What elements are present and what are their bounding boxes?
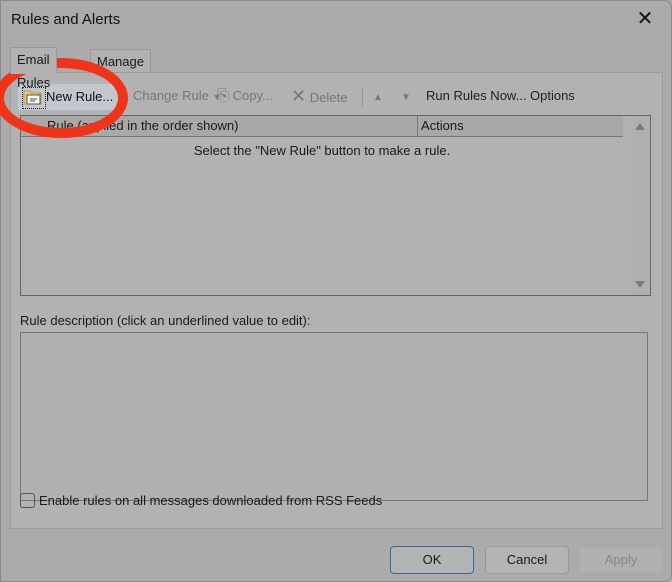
ok-button[interactable]: OK	[390, 546, 474, 574]
arrow-up-icon: ▲	[373, 92, 383, 103]
empty-list-message: Select the "New Rule" button to make a r…	[193, 143, 451, 158]
delete-button[interactable]: ✕ Delete	[291, 83, 347, 109]
rules-list-header: Rule (applied in the order shown) Action…	[21, 116, 623, 137]
rules-list-scrollbar[interactable]	[630, 116, 650, 295]
change-rule-button[interactable]: Change Rule ▼	[133, 83, 221, 109]
column-divider[interactable]	[417, 116, 418, 136]
rules-toolbar: New Rule... Change Rule ▼ ⎘ Copy... ✕ De…	[11, 81, 662, 111]
rules-list[interactable]: Rule (applied in the order shown) Action…	[20, 115, 651, 296]
cancel-button[interactable]: Cancel	[485, 546, 569, 574]
copy-label: Copy...	[232, 88, 273, 103]
arrow-down-icon: ▼	[401, 92, 411, 103]
run-rules-now-button[interactable]: Run Rules Now...	[426, 83, 526, 109]
delete-icon: ✕	[291, 86, 307, 106]
rss-checkbox[interactable]	[20, 492, 35, 508]
toolbar-separator	[362, 87, 363, 107]
column-rule[interactable]: Rule (applied in the order shown)	[47, 116, 239, 136]
scroll-up-icon[interactable]	[635, 123, 645, 130]
tab-manage-alerts[interactable]: Manage Alerts	[90, 49, 151, 92]
close-icon[interactable]: ✕	[635, 9, 655, 29]
move-up-button[interactable]: ▲	[373, 83, 383, 109]
rss-option: Enable rules on all messages downloaded …	[20, 490, 382, 510]
rss-checkbox-label[interactable]: Enable rules on all messages downloaded …	[39, 493, 382, 508]
rules-and-alerts-dialog: Rules and Alerts ✕ Email Rules Manage Al…	[0, 0, 672, 582]
copy-icon: ⎘	[217, 87, 230, 104]
dialog-title: Rules and Alerts	[11, 11, 121, 28]
delete-label: Delete	[309, 90, 348, 105]
tab-email-rules[interactable]: Email Rules	[10, 47, 58, 90]
scroll-down-icon[interactable]	[635, 281, 645, 288]
options-button[interactable]: Options	[530, 83, 575, 109]
rule-description-label: Rule description (click an underlined va…	[20, 313, 311, 328]
email-rules-panel: New Rule... Change Rule ▼ ⎘ Copy... ✕ De…	[10, 72, 663, 529]
rule-description-box[interactable]	[20, 332, 648, 501]
move-down-button[interactable]: ▼	[401, 83, 411, 109]
new-rule-label: New Rule...	[46, 89, 114, 104]
column-actions[interactable]: Actions	[421, 116, 464, 136]
change-rule-label: Change Rule	[133, 88, 209, 103]
apply-button[interactable]: Apply	[579, 546, 663, 574]
copy-button[interactable]: ⎘ Copy...	[217, 83, 273, 109]
